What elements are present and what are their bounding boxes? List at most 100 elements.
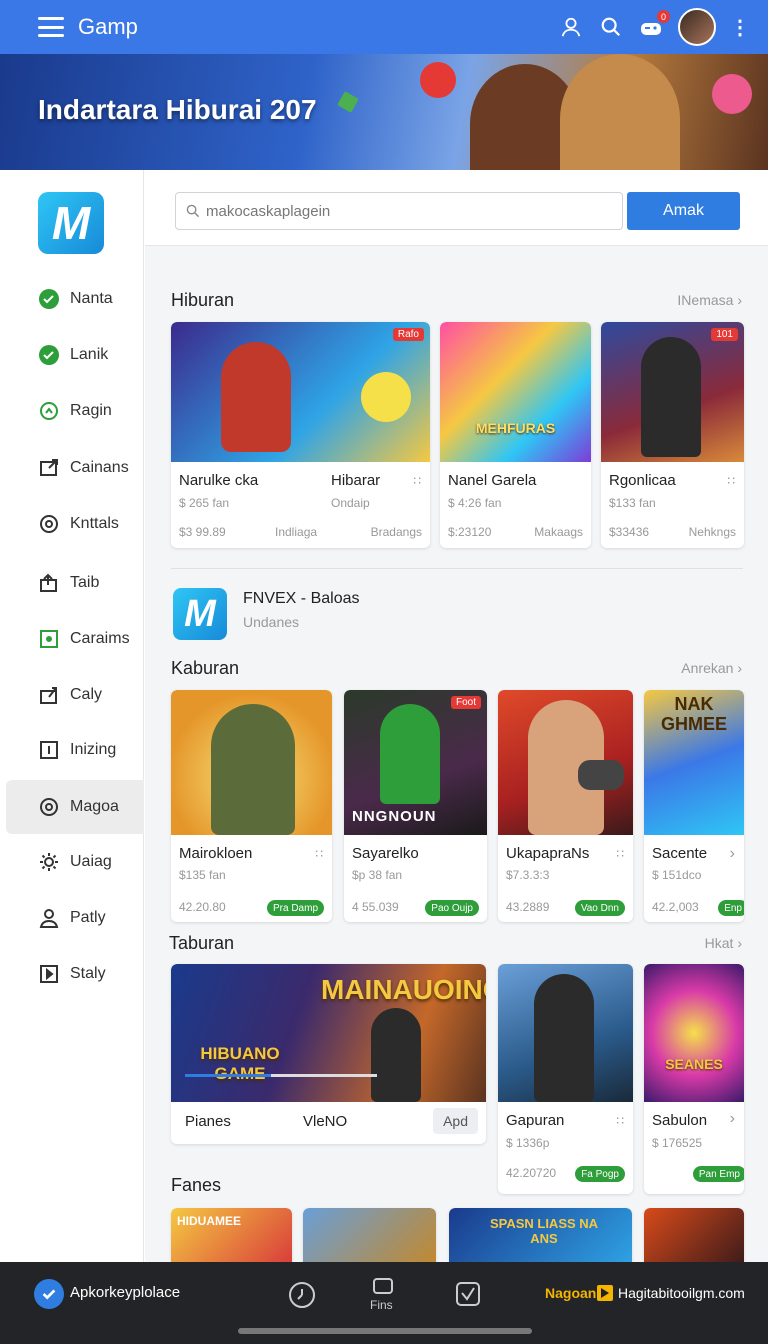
featured-game-card[interactable]: MAINAUOING HIBUANO GAME Pianes VleNO Apd — [171, 964, 486, 1144]
target-icon — [38, 513, 60, 535]
install-badge[interactable]: Pao Oujp — [425, 900, 479, 916]
notifications-button[interactable]: 0 — [638, 10, 670, 40]
sidebar-item-caraims[interactable]: Caraims — [6, 612, 144, 666]
featured-app-logo[interactable]: M — [173, 588, 227, 640]
app-logo[interactable]: M — [38, 192, 104, 254]
more-options-icon[interactable]: ∷ — [315, 847, 324, 861]
search-button[interactable]: Amak — [627, 192, 740, 230]
add-button[interactable]: Apd — [433, 1108, 478, 1134]
sidebar-item-patly[interactable]: Patly — [6, 891, 144, 945]
game-thumbnail: NAK GHMEE — [644, 690, 744, 835]
game-card[interactable]: SEANES Sabulon › $ 176525 Pan Emp — [644, 964, 744, 1194]
chevron-right-icon[interactable]: › — [730, 845, 736, 863]
install-badge[interactable]: Vao Dnn — [574, 900, 625, 916]
avatar[interactable] — [678, 8, 716, 46]
sidebar-item-ragin[interactable]: Ragin — [6, 384, 144, 438]
play-icon[interactable] — [597, 1285, 613, 1301]
sidebar-item-inizing[interactable]: Inizing — [6, 723, 144, 777]
chevron-right-icon[interactable]: › — [730, 1110, 736, 1128]
game-thumbnail: SPASN LIASS NA ANS — [449, 1208, 632, 1262]
home-indicator[interactable] — [238, 1328, 532, 1334]
game-price: 42.20.80 — [179, 900, 226, 914]
game-card[interactable]: MEHFURAS Nanel Garela $ 4:26 fan $:23120… — [440, 322, 591, 548]
game-card[interactable] — [644, 1208, 744, 1262]
sidebar-item-label: Ragin — [70, 402, 112, 419]
game-publisher: Bradangs — [370, 525, 422, 539]
sidebar-item-uaiag[interactable]: Uaiag — [6, 835, 144, 889]
card-tag: Foot — [450, 696, 481, 709]
more-options-icon[interactable]: ∷ — [616, 847, 625, 861]
clock-icon[interactable] — [288, 1281, 316, 1314]
install-badge[interactable]: Pra Damp — [266, 900, 324, 916]
game-card[interactable]: SPASN LIASS NA ANS — [449, 1208, 632, 1262]
game-publisher: Makaags — [534, 525, 583, 539]
game-card[interactable]: NAK GHMEE Sacente › $ 151dco 42.2,003 En… — [644, 690, 744, 922]
game-card[interactable]: HIDUAMEE — [171, 1208, 292, 1262]
install-badge[interactable]: Enp — [718, 900, 744, 916]
app-brand[interactable]: Gamp — [78, 14, 138, 40]
game-title: Pianes — [185, 1113, 231, 1130]
sidebar-item-label: Magoa — [70, 798, 119, 815]
sidebar-item-staly[interactable]: Staly — [6, 947, 144, 1001]
game-title: Sayarelko — [352, 845, 419, 862]
game-card[interactable]: Rafo Narulke cka Hibarar ∷ $ 265 fan Ond… — [171, 322, 430, 548]
game-thumbnail — [498, 964, 633, 1102]
folder-icon[interactable] — [372, 1277, 394, 1300]
game-thumbnail — [601, 322, 744, 462]
search-input[interactable]: makocaskaplagein — [175, 192, 623, 230]
game-thumbnail: NNGNOUN — [344, 690, 487, 835]
search-icon[interactable] — [598, 14, 624, 40]
more-vert-icon[interactable]: ⋮ — [730, 15, 750, 40]
at-icon — [38, 796, 60, 818]
search-placeholder: makocaskaplagein — [206, 202, 331, 220]
game-card[interactable]: 101 Rgonlicaa ∷ $133 fan $33436 Nehkngs — [601, 322, 744, 548]
refresh-icon — [38, 400, 60, 422]
chevron-right-icon: › — [737, 660, 742, 676]
game-card[interactable]: UkapapraNs ∷ $7.3.3:3 43.2889 Vao Dnn — [498, 690, 633, 922]
section-see-more-link[interactable]: INemasa › — [677, 292, 742, 308]
files-tab-label[interactable]: Fins — [370, 1298, 393, 1312]
install-badge[interactable]: Fa Pogp — [575, 1166, 625, 1182]
game-card[interactable]: Mairokloen ∷ $135 fan 42.20.80 Pra Damp — [171, 690, 332, 922]
sidebar-item-label: Patly — [70, 909, 106, 926]
sidebar-item-caly[interactable]: Caly — [6, 668, 144, 722]
game-meta: $ 176525 — [652, 1136, 703, 1150]
sidebar-item-lanik[interactable]: Lanik — [6, 328, 144, 382]
more-options-icon[interactable]: ∷ — [727, 474, 736, 488]
game-controller-icon — [578, 760, 624, 790]
sidebar-item-label: Cainans — [70, 459, 129, 476]
user-icon[interactable] — [558, 14, 584, 40]
game-subtitle: Ondaip — [331, 496, 370, 510]
more-options-icon[interactable]: ∷ — [616, 1114, 625, 1128]
sidebar-item-taib[interactable]: Taib — [6, 556, 144, 610]
ad-label: Nagoan — [545, 1285, 597, 1301]
more-options-icon[interactable]: ∷ — [413, 474, 422, 488]
game-price: $:23120 — [448, 525, 492, 539]
hero-banner[interactable]: Indartara Hiburai 207 — [0, 54, 768, 170]
bottom-bar-label[interactable]: Apkorkeyplolace — [70, 1284, 180, 1301]
ad-url[interactable]: Hagitabitooilgm.com — [618, 1285, 745, 1301]
section-see-more-link[interactable]: Anrekan › — [681, 660, 742, 676]
shield-check-icon[interactable] — [455, 1281, 481, 1312]
game-card[interactable] — [303, 1208, 436, 1262]
game-price: 42.2,003 — [652, 900, 699, 914]
game-title: Gapuran — [506, 1112, 565, 1129]
game-card[interactable]: Gapuran ∷ $ 1336p 42.20720 Fa Pogp — [498, 964, 633, 1194]
external-link-icon — [38, 457, 60, 479]
sidebar-item-knttals[interactable]: Knttals — [6, 497, 144, 551]
check-circle-icon[interactable] — [34, 1279, 64, 1309]
section-see-more-link[interactable]: Hkat › — [705, 935, 742, 951]
sidebar-item-cainans[interactable]: Cainans — [6, 441, 144, 495]
export-icon — [38, 684, 60, 706]
sidebar: M Nanta Lanik Ragin Cainans Knttals Taib… — [0, 170, 144, 1262]
sidebar-item-magoa[interactable]: Magoa — [6, 780, 144, 834]
sidebar-item-label: Caly — [70, 686, 103, 703]
featured-app-name[interactable]: FNVEX - Baloas — [243, 590, 359, 608]
game-price: 4 55.039 — [352, 900, 399, 914]
sidebar-item-nanta[interactable]: Nanta — [6, 272, 144, 326]
hamburger-menu-icon[interactable] — [38, 17, 64, 37]
install-badge[interactable]: Pan Emp — [692, 1166, 744, 1182]
game-card[interactable]: NNGNOUN Foot Sayarelko $p 38 fan 4 55.03… — [344, 690, 487, 922]
soldier-art — [534, 974, 594, 1102]
game-thumbnail: MEHFURAS — [440, 322, 591, 462]
